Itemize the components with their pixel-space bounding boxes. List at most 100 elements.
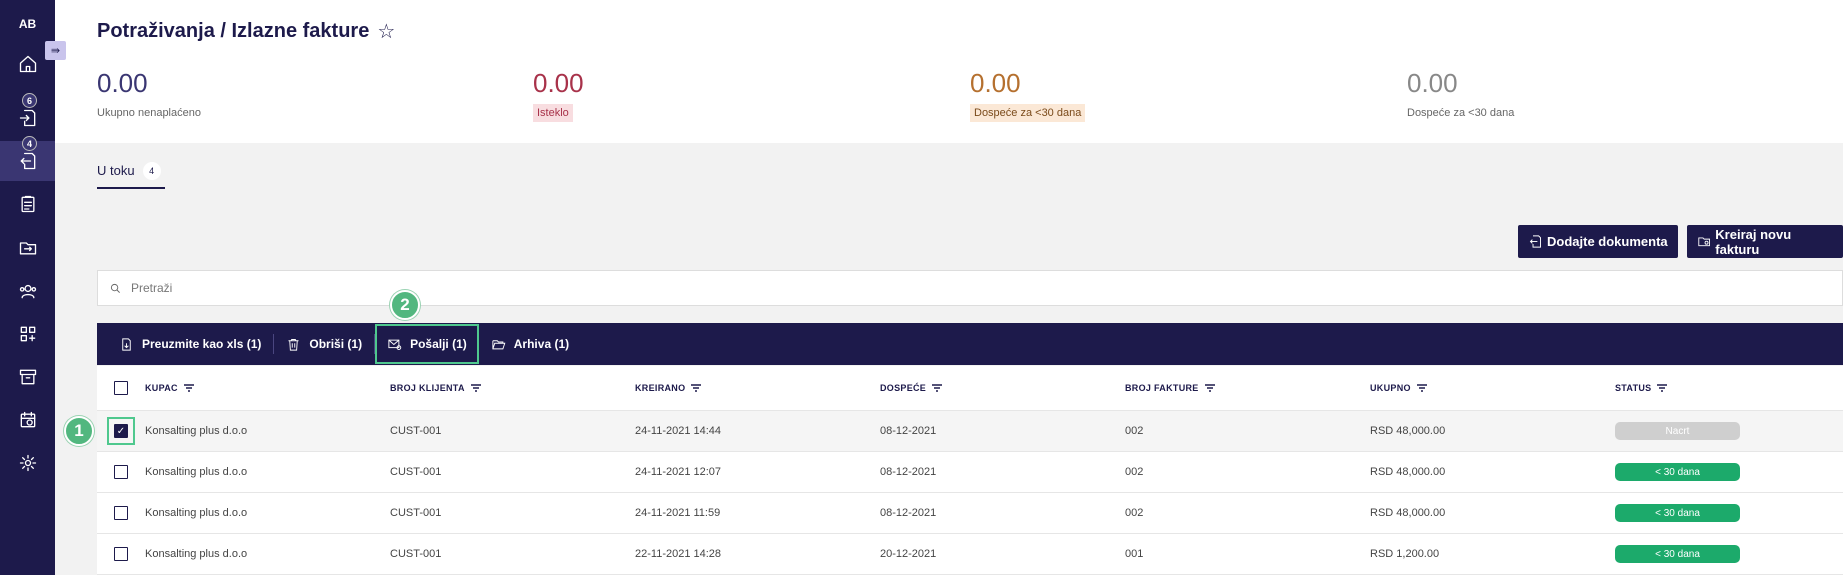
column-header-broj-klijenta[interactable]: BROJ KLIJENTA — [390, 383, 635, 393]
calendar-sync-icon — [20, 411, 35, 428]
filter-icon[interactable] — [183, 384, 194, 392]
export-xls-button[interactable]: Preuzmite kao xls (1) — [107, 323, 273, 365]
tab-in-progress[interactable]: U toku 4 — [97, 162, 165, 189]
page-title: Potraživanja / Izlazne fakture ☆ — [97, 19, 395, 44]
status-badge: < 30 dana — [1615, 504, 1740, 522]
cell-broj-fakture: 001 — [1125, 548, 1144, 560]
table-row[interactable]: Konsalting plus d.o.o CUST-001 22-11-202… — [97, 534, 1843, 575]
cell-ukupno: RSD 48,000.00 — [1370, 507, 1446, 519]
filter-icon[interactable] — [1416, 384, 1427, 392]
sidebar-item-tasks[interactable] — [0, 184, 55, 224]
cell-kreirano: 24-11-2021 12:07 — [635, 466, 722, 478]
page-header: Potraživanja / Izlazne fakture ☆ 0.00 Uk… — [55, 0, 1843, 143]
filter-icon[interactable] — [1204, 384, 1215, 392]
cell-kupac: Konsalting plus d.o.o — [145, 507, 248, 519]
stat-due-soon-label: Dospeće za <30 dana — [970, 104, 1086, 122]
export-xls-label: Preuzmite kao xls (1) — [142, 337, 262, 351]
cell-ukupno: RSD 48,000.00 — [1370, 466, 1446, 478]
trash-icon — [288, 338, 299, 351]
row-checkbox[interactable]: ✓ — [114, 424, 128, 438]
row-checkbox[interactable] — [114, 465, 128, 479]
stat-unpaid-value: 0.00 — [97, 68, 148, 98]
download-document-icon — [122, 337, 131, 351]
incoming-document-icon — [19, 109, 35, 127]
add-documents-button[interactable]: Dodajte dokumenta — [1518, 225, 1678, 258]
sidebar-item-transfers[interactable] — [0, 228, 55, 268]
column-header-broj-fakture[interactable]: BROJ FAKTURE — [1125, 383, 1370, 393]
archive-button[interactable]: Arhiva (1) — [479, 323, 581, 365]
cell-status: Nacrt — [1615, 422, 1815, 440]
cell-dospece: 08-12-2021 — [880, 425, 937, 437]
callout-marker-2: 2 — [390, 290, 420, 320]
column-label: BROJ KLIJENTA — [390, 383, 465, 393]
cell-broj-klijenta: CUST-001 — [390, 425, 442, 437]
search-input[interactable] — [131, 281, 531, 295]
column-header-dospece[interactable]: DOSPEĆE — [880, 383, 1125, 393]
row-checkbox[interactable] — [114, 506, 128, 520]
add-document-icon — [1529, 235, 1541, 248]
sidebar-item-apps[interactable] — [0, 314, 55, 354]
column-header-kupac[interactable]: KUPAC — [145, 383, 390, 393]
stat-expired-value: 0.00 — [533, 68, 584, 98]
delete-button[interactable]: Obriši (1) — [274, 323, 374, 365]
cell-broj-fakture: 002 — [1125, 466, 1144, 478]
stat-unpaid-label: Ukupno nenaplaćeno — [97, 107, 201, 119]
invoices-table: KUPAC BROJ KLIJENTA KREIRANO DOSPEĆE BRO… — [97, 366, 1843, 575]
cell-kreirano: 24-11-2021 14:44 — [635, 425, 722, 437]
page-title-text: Potraživanja / Izlazne fakture — [97, 20, 370, 42]
column-label: KUPAC — [145, 383, 178, 393]
sidebar-item-contacts[interactable] — [0, 271, 55, 311]
add-documents-label: Dodajte dokumenta — [1547, 234, 1668, 249]
table-row[interactable]: ✓ Konsalting plus d.o.o CUST-001 24-11-2… — [97, 411, 1843, 452]
outgoing-document-icon — [20, 152, 35, 170]
open-folder-icon — [492, 339, 506, 349]
contacts-icon — [19, 284, 36, 299]
cell-broj-fakture: 002 — [1125, 507, 1144, 519]
delete-label: Obriši (1) — [309, 337, 363, 351]
send-button[interactable]: Pošalji (1) — [375, 324, 479, 364]
apps-grid-icon — [20, 326, 35, 342]
search-bar — [97, 270, 1843, 306]
filter-icon[interactable] — [932, 384, 943, 392]
cell-broj-klijenta: CUST-001 — [390, 548, 442, 560]
column-header-kreirano[interactable]: KREIRANO — [635, 383, 880, 393]
sidebar-item-settings[interactable] — [0, 443, 55, 483]
tab-count-badge: 4 — [142, 162, 161, 180]
sidebar: AB 6 4 — [0, 0, 55, 575]
stat-due-later-label: Dospeće za <30 dana — [1407, 107, 1515, 119]
cell-broj-klijenta: CUST-001 — [390, 466, 442, 478]
select-all-checkbox[interactable] — [114, 381, 128, 395]
create-invoice-button[interactable]: Kreiraj novu fakturu — [1687, 225, 1843, 258]
row-checkbox[interactable] — [114, 547, 128, 561]
archive-label: Arhiva (1) — [513, 337, 570, 351]
column-header-status[interactable]: STATUS — [1615, 383, 1815, 393]
cell-dospece: 08-12-2021 — [880, 507, 937, 519]
collapse-arrow-icon[interactable]: ⇛ — [45, 41, 66, 60]
sidebar-item-calendar[interactable] — [0, 400, 55, 440]
row-select-cell: ✓ — [97, 417, 145, 445]
table-row[interactable]: Konsalting plus d.o.o CUST-001 24-11-202… — [97, 452, 1843, 493]
cell-broj-fakture: 002 — [1125, 425, 1144, 437]
filter-icon[interactable] — [1657, 384, 1668, 392]
stat-due-later: 0.00 Dospeće za <30 dana — [1407, 68, 1514, 122]
search-icon — [110, 283, 120, 293]
filter-icon[interactable] — [691, 384, 702, 392]
column-header-ukupno[interactable]: UKUPNO — [1370, 383, 1615, 393]
stat-unpaid: 0.00 Ukupno nenaplaćeno — [97, 68, 201, 122]
home-icon — [19, 55, 36, 73]
cell-status: < 30 dana — [1615, 545, 1815, 563]
cell-kupac: Konsalting plus d.o.o — [145, 466, 248, 478]
favorite-star-icon[interactable]: ☆ — [377, 19, 395, 44]
sidebar-item-archive[interactable] — [0, 357, 55, 397]
column-label: STATUS — [1615, 383, 1652, 393]
column-label: DOSPEĆE — [880, 383, 927, 393]
stat-expired: 0.00 Isteklo — [533, 68, 584, 122]
send-label: Pošalji (1) — [410, 337, 467, 351]
filter-icon[interactable] — [470, 384, 481, 392]
table-row[interactable]: Konsalting plus d.o.o CUST-001 24-11-202… — [97, 493, 1843, 534]
stat-due-later-value: 0.00 — [1407, 68, 1458, 98]
cell-kreirano: 24-11-2021 11:59 — [635, 507, 721, 519]
send-mail-icon — [388, 339, 402, 350]
bulk-actions-toolbar: Preuzmite kao xls (1) Obriši (1) Pošalji… — [97, 323, 1843, 365]
cell-ukupno: RSD 48,000.00 — [1370, 425, 1446, 437]
